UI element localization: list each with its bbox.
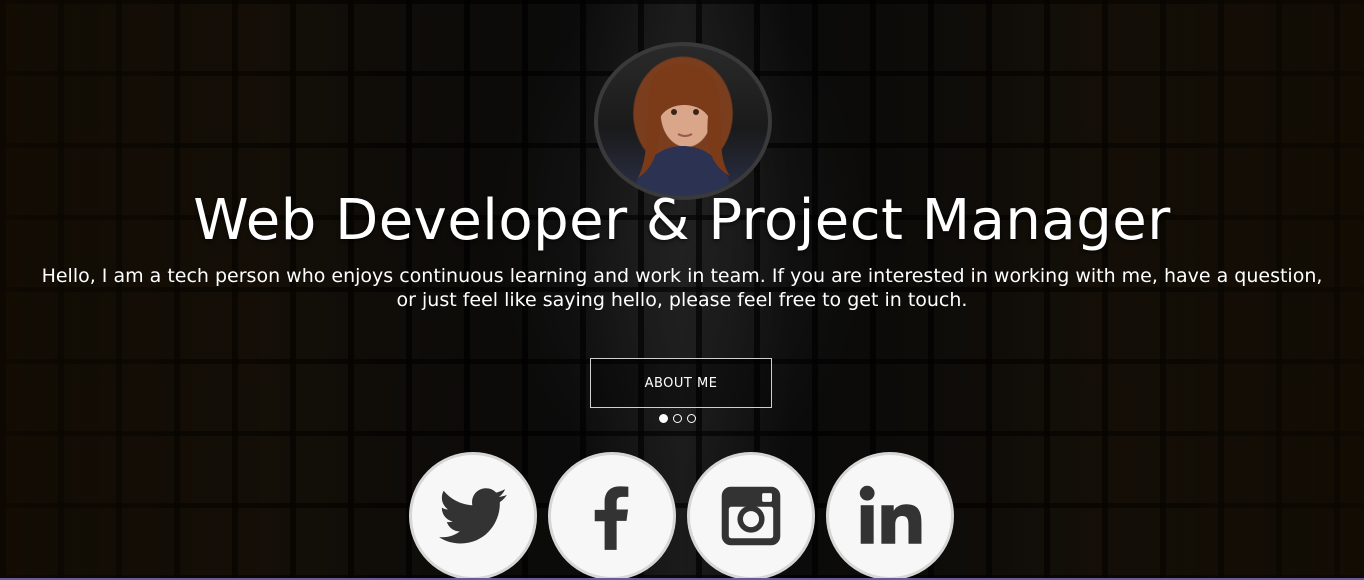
instagram-icon [721,486,781,546]
carousel-dot-2[interactable] [673,414,682,423]
social-links [409,452,954,580]
twitter-icon [439,488,507,544]
intro-line: or just feel like saying hello, please f… [396,289,968,311]
carousel-dot-3[interactable] [687,414,696,423]
avatar [594,42,772,200]
facebook-icon [594,486,629,550]
carousel-indicators [659,414,696,423]
instagram-button[interactable] [687,452,815,580]
linkedin-icon [859,485,922,544]
linkedin-button[interactable] [826,452,954,580]
carousel-dot-1[interactable] [659,414,668,423]
twitter-button[interactable] [409,452,537,580]
intro-line: Hello, I am a tech person who enjoys con… [41,265,1323,287]
page-title: Web Developer & Project Manager [193,188,1171,253]
about-me-button[interactable]: ABOUT ME [590,358,772,408]
facebook-button[interactable] [548,452,676,580]
intro-text: Hello, I am a tech person who enjoys con… [0,264,1364,312]
